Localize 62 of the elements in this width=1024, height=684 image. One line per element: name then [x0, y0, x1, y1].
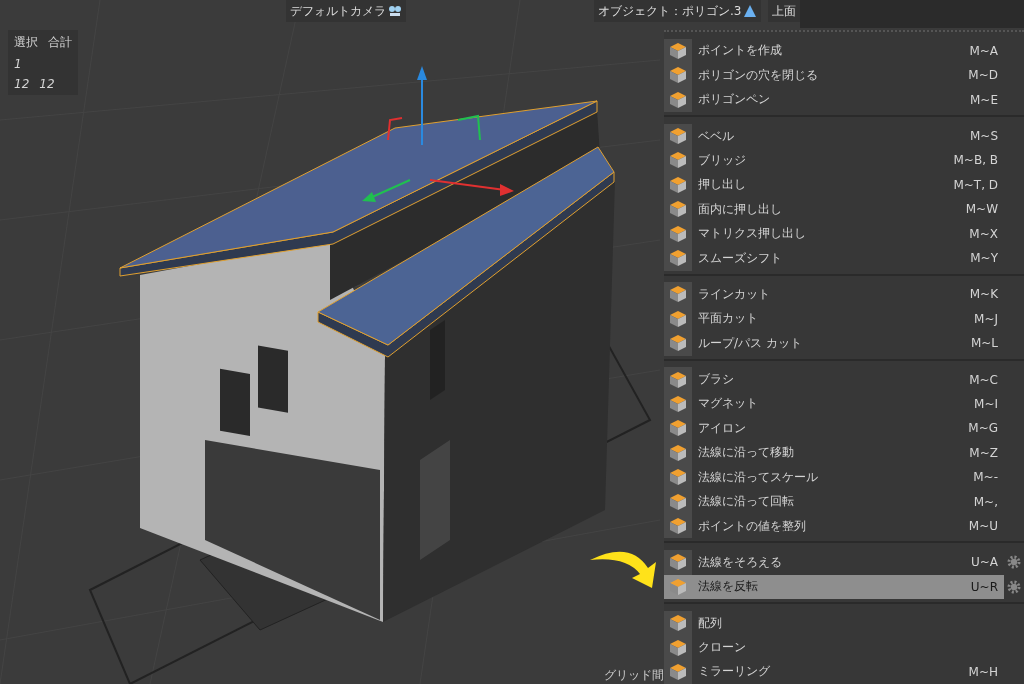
- menu-item[interactable]: ポリゴンの穴を閉じる M~D: [664, 63, 1004, 88]
- menu-item[interactable]: 配列: [664, 610, 1004, 636]
- menu-item[interactable]: ポイントを作成 M~A: [664, 38, 1004, 64]
- cube-icon: [668, 552, 688, 573]
- cube-icon: [668, 199, 688, 220]
- menu-item[interactable]: 面内に押し出し M~W: [664, 197, 1004, 222]
- cube-icon: [668, 369, 688, 390]
- stats-value: 12: [14, 77, 30, 91]
- cube-icon: [668, 442, 688, 463]
- menu-item[interactable]: スムーズシフト M~Y: [664, 246, 1004, 271]
- menu-item[interactable]: クローン: [664, 635, 1004, 660]
- cube-icon: [668, 89, 688, 110]
- cube-icon: [668, 150, 688, 171]
- menu-item[interactable]: ループ/パス カット M~L: [664, 331, 1004, 356]
- stats-header: 合計: [48, 34, 72, 51]
- cube-icon: [668, 467, 688, 488]
- cube-icon: [668, 491, 688, 512]
- menu-item[interactable]: ベベル M~S: [664, 123, 1004, 149]
- camera-icon: [388, 5, 402, 17]
- cube-icon: [668, 174, 688, 195]
- cube-icon: [668, 126, 688, 146]
- settings-icon[interactable]: [1007, 555, 1021, 570]
- menu-item[interactable]: 法線を反転 U~R: [664, 574, 1004, 600]
- cube-icon: [668, 613, 688, 634]
- cube-icon: [668, 637, 688, 658]
- menu-item[interactable]: ポリゴンペン M~E: [664, 87, 1004, 113]
- stats-header: 選択: [14, 34, 38, 51]
- cube-icon: [668, 248, 688, 269]
- menu-item[interactable]: 押し出し M~T, D: [664, 172, 1004, 198]
- cube-icon: [668, 333, 688, 354]
- menu-item[interactable]: マグネット M~I: [664, 391, 1004, 417]
- menu-item[interactable]: ブリッジ M~B, B: [664, 148, 1004, 173]
- pointer-arrow: [590, 551, 656, 588]
- settings-icon[interactable]: [1007, 579, 1021, 594]
- cube-icon: [668, 394, 688, 414]
- stats-value: 1: [14, 57, 22, 71]
- camera-label[interactable]: デフォルトカメラ: [286, 0, 406, 22]
- menu-item[interactable]: 平面カット M~J: [664, 306, 1004, 332]
- stats-value: 12: [39, 77, 55, 91]
- menu-item[interactable]: ポイントの値を整列 M~U: [664, 514, 1004, 539]
- cube-icon: [668, 40, 688, 61]
- menu-item[interactable]: マトリクス押し出し M~X: [664, 221, 1004, 247]
- cube-icon: [668, 576, 688, 597]
- cube-icon: [668, 65, 688, 86]
- axis-icon: [743, 4, 758, 18]
- menu-item[interactable]: 法線をそろえる U~A: [664, 550, 1004, 575]
- menu-item[interactable]: 法線に沿って回転 M~,: [664, 489, 1004, 515]
- cube-icon: [668, 284, 688, 305]
- menu-item[interactable]: 法線に沿って移動 M~Z: [664, 440, 1004, 466]
- cube-icon: [668, 516, 688, 537]
- menu-item[interactable]: ラインカット M~K: [664, 282, 1004, 307]
- menu-item[interactable]: 法線に沿ってスケール M~-: [664, 465, 1004, 490]
- cube-icon: [668, 661, 688, 682]
- grid-label: グリッド間: [604, 667, 664, 684]
- view-label[interactable]: 上面: [768, 0, 800, 22]
- menu-item[interactable]: ブラシ M~C: [664, 367, 1004, 392]
- cube-icon: [668, 308, 688, 329]
- menu-item[interactable]: ミラーリング M~H: [664, 659, 1004, 684]
- menu-item[interactable]: アイロン M~G: [664, 416, 1004, 441]
- cube-icon: [668, 223, 688, 244]
- object-label[interactable]: オブジェクト：ポリゴン.3: [594, 0, 762, 22]
- cube-icon: [668, 418, 688, 439]
